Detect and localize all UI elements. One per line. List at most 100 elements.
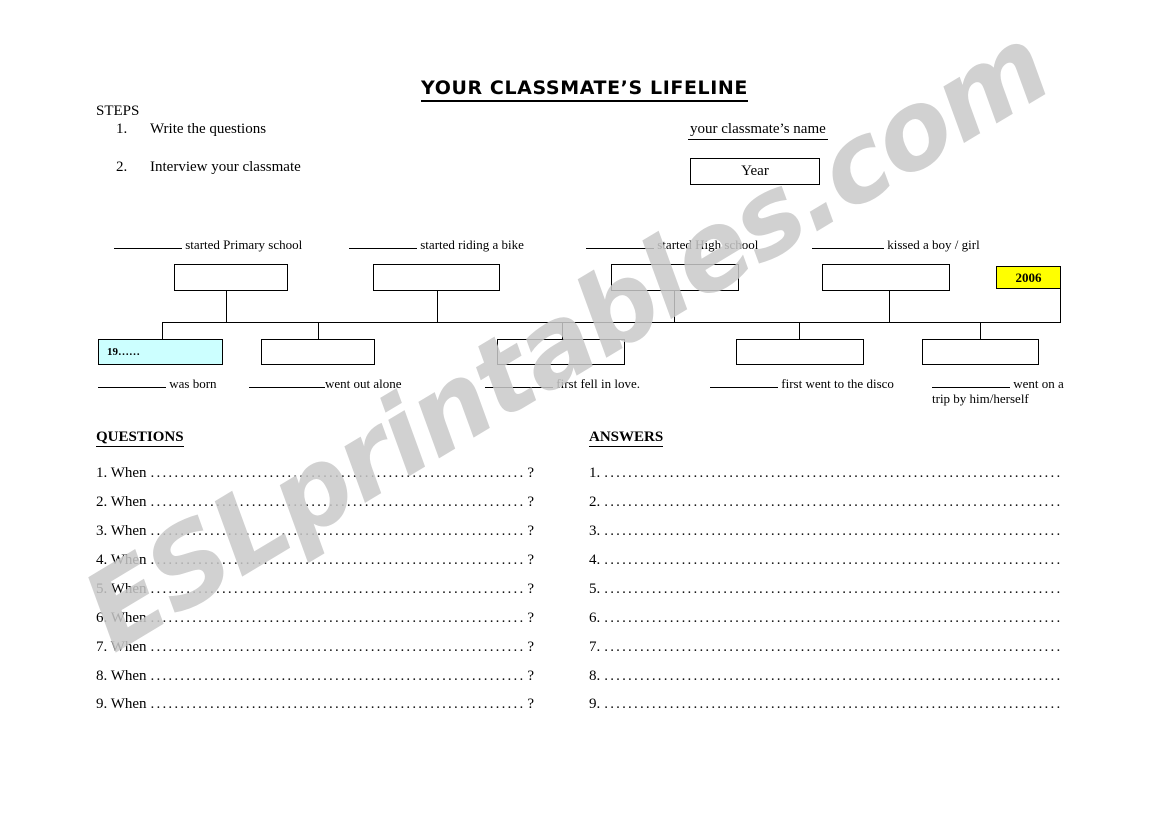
question-dot-leader: ........................................… xyxy=(150,696,527,712)
question-lead: 9. When xyxy=(96,696,147,712)
classmate-name-field[interactable]: your classmate’s name xyxy=(688,121,828,140)
question-row[interactable]: 9. When ................................… xyxy=(96,696,534,713)
answer-row[interactable]: 7. .....................................… xyxy=(589,639,1063,656)
answer-dot-leader: ........................................… xyxy=(604,696,1063,712)
answer-dot-leader: ........................................… xyxy=(604,639,1063,655)
top-event-label-3: started High school xyxy=(586,236,758,252)
answer-lead: 8. xyxy=(589,668,601,684)
bottom-event-label-4: first went to the disco xyxy=(710,375,894,391)
top-event-blank-2[interactable] xyxy=(349,236,417,249)
answer-dot-leader: ........................................… xyxy=(604,581,1063,597)
answer-dot-leader: ........................................… xyxy=(604,610,1063,626)
bottom-event-label-1: was born xyxy=(98,375,217,391)
step-2-number: 2. xyxy=(116,159,128,175)
question-dot-leader: ........................................… xyxy=(150,552,527,568)
top-event-blank-4[interactable] xyxy=(812,236,884,249)
question-row[interactable]: 7. When ................................… xyxy=(96,639,534,656)
question-row[interactable]: 6. When ................................… xyxy=(96,610,534,627)
answer-row[interactable]: 1. .....................................… xyxy=(589,465,1063,482)
question-dot-leader: ........................................… xyxy=(150,523,527,539)
question-lead: 1. When xyxy=(96,465,147,481)
question-row[interactable]: 4. When ................................… xyxy=(96,552,534,569)
step-2-text: Interview your classmate xyxy=(150,159,301,175)
answer-row[interactable]: 5. .....................................… xyxy=(589,581,1063,598)
question-lead: 4. When xyxy=(96,552,147,568)
bottom-stem-1 xyxy=(162,322,163,339)
answer-lead: 6. xyxy=(589,610,601,626)
top-event-box-4[interactable] xyxy=(822,264,950,291)
bottom-event-box-2[interactable] xyxy=(261,339,375,365)
answer-dot-leader: ........................................… xyxy=(604,523,1063,539)
answer-row[interactable]: 3. .....................................… xyxy=(589,523,1063,540)
answer-dot-leader: ........................................… xyxy=(604,668,1063,684)
top-stem-4 xyxy=(889,291,890,322)
answer-dot-leader: ........................................… xyxy=(604,552,1063,568)
worksheet-page: ESLprintables.com YOUR CLASSMATE’S LIFEL… xyxy=(0,0,1169,821)
year-input-box[interactable]: Year xyxy=(690,158,820,185)
year-2006-box[interactable]: 2006 xyxy=(996,266,1061,289)
bottom-event-blank-3[interactable] xyxy=(485,375,553,388)
step-1-number: 1. xyxy=(116,121,128,137)
top-event-label-2: started riding a bike xyxy=(349,236,524,252)
bottom-event-box-1[interactable]: 19…… xyxy=(98,339,223,365)
question-row[interactable]: 8. When ................................… xyxy=(96,668,534,685)
bottom-event-box-4[interactable] xyxy=(736,339,864,365)
question-dot-leader: ........................................… xyxy=(150,639,527,655)
top-stem-5 xyxy=(1060,289,1061,322)
question-dot-leader: ........................................… xyxy=(150,465,527,481)
answer-row[interactable]: 8. .....................................… xyxy=(589,668,1063,685)
question-row[interactable]: 1. When ................................… xyxy=(96,465,534,482)
question-tail: ? xyxy=(527,696,534,712)
top-event-blank-1[interactable] xyxy=(114,236,182,249)
question-tail: ? xyxy=(527,610,534,626)
answer-dot-leader: ........................................… xyxy=(604,494,1063,510)
answer-dot-leader: ........................................… xyxy=(604,465,1063,481)
question-dot-leader: ........................................… xyxy=(150,494,527,510)
answer-row[interactable]: 4. .....................................… xyxy=(589,552,1063,569)
top-event-label-1: started Primary school xyxy=(114,236,302,252)
answer-row[interactable]: 6. .....................................… xyxy=(589,610,1063,627)
question-row[interactable]: 5. When ................................… xyxy=(96,581,534,598)
answer-row[interactable]: 9. .....................................… xyxy=(589,696,1063,713)
question-lead: 7. When xyxy=(96,639,147,655)
top-event-box-3[interactable] xyxy=(611,264,739,291)
question-tail: ? xyxy=(527,494,534,510)
answer-lead: 7. xyxy=(589,639,601,655)
bottom-event-blank-5[interactable] xyxy=(932,375,1010,388)
bottom-event-label-5: went on a trip by him/herself xyxy=(932,375,1064,406)
question-lead: 3. When xyxy=(96,523,147,539)
bottom-event-blank-4[interactable] xyxy=(710,375,778,388)
answer-lead: 9. xyxy=(589,696,601,712)
question-tail: ? xyxy=(527,668,534,684)
bottom-stem-5 xyxy=(980,322,981,339)
bottom-stem-2 xyxy=(318,322,319,339)
bottom-stem-4 xyxy=(799,322,800,339)
question-dot-leader: ........................................… xyxy=(150,668,527,684)
bottom-event-box-3[interactable] xyxy=(497,339,625,365)
question-row[interactable]: 3. When ................................… xyxy=(96,523,534,540)
top-event-box-2[interactable] xyxy=(373,264,500,291)
question-tail: ? xyxy=(527,552,534,568)
answer-lead: 2. xyxy=(589,494,601,510)
question-tail: ? xyxy=(527,523,534,539)
top-event-blank-3[interactable] xyxy=(586,236,654,249)
answer-lead: 3. xyxy=(589,523,601,539)
bottom-event-blank-1[interactable] xyxy=(98,375,166,388)
question-dot-leader: ........................................… xyxy=(150,610,527,626)
bottom-event-label-3: first fell in love. xyxy=(485,375,640,391)
question-tail: ? xyxy=(527,639,534,655)
question-tail: ? xyxy=(527,581,534,597)
answer-lead: 5. xyxy=(589,581,601,597)
answers-heading: ANSWERS xyxy=(589,429,664,447)
question-tail: ? xyxy=(527,465,534,481)
question-lead: 6. When xyxy=(96,610,147,626)
page-title: YOUR CLASSMATE’S LIFELINE xyxy=(0,77,1169,102)
question-row[interactable]: 2. When ................................… xyxy=(96,494,534,511)
bottom-event-label-5-line2: trip by him/herself xyxy=(932,391,1029,406)
top-stem-1 xyxy=(226,291,227,322)
bottom-event-blank-2[interactable] xyxy=(249,375,325,388)
bottom-event-box-5[interactable] xyxy=(922,339,1039,365)
answer-row[interactable]: 2. .....................................… xyxy=(589,494,1063,511)
top-event-label-4: kissed a boy / girl xyxy=(812,236,980,252)
top-event-box-1[interactable] xyxy=(174,264,288,291)
